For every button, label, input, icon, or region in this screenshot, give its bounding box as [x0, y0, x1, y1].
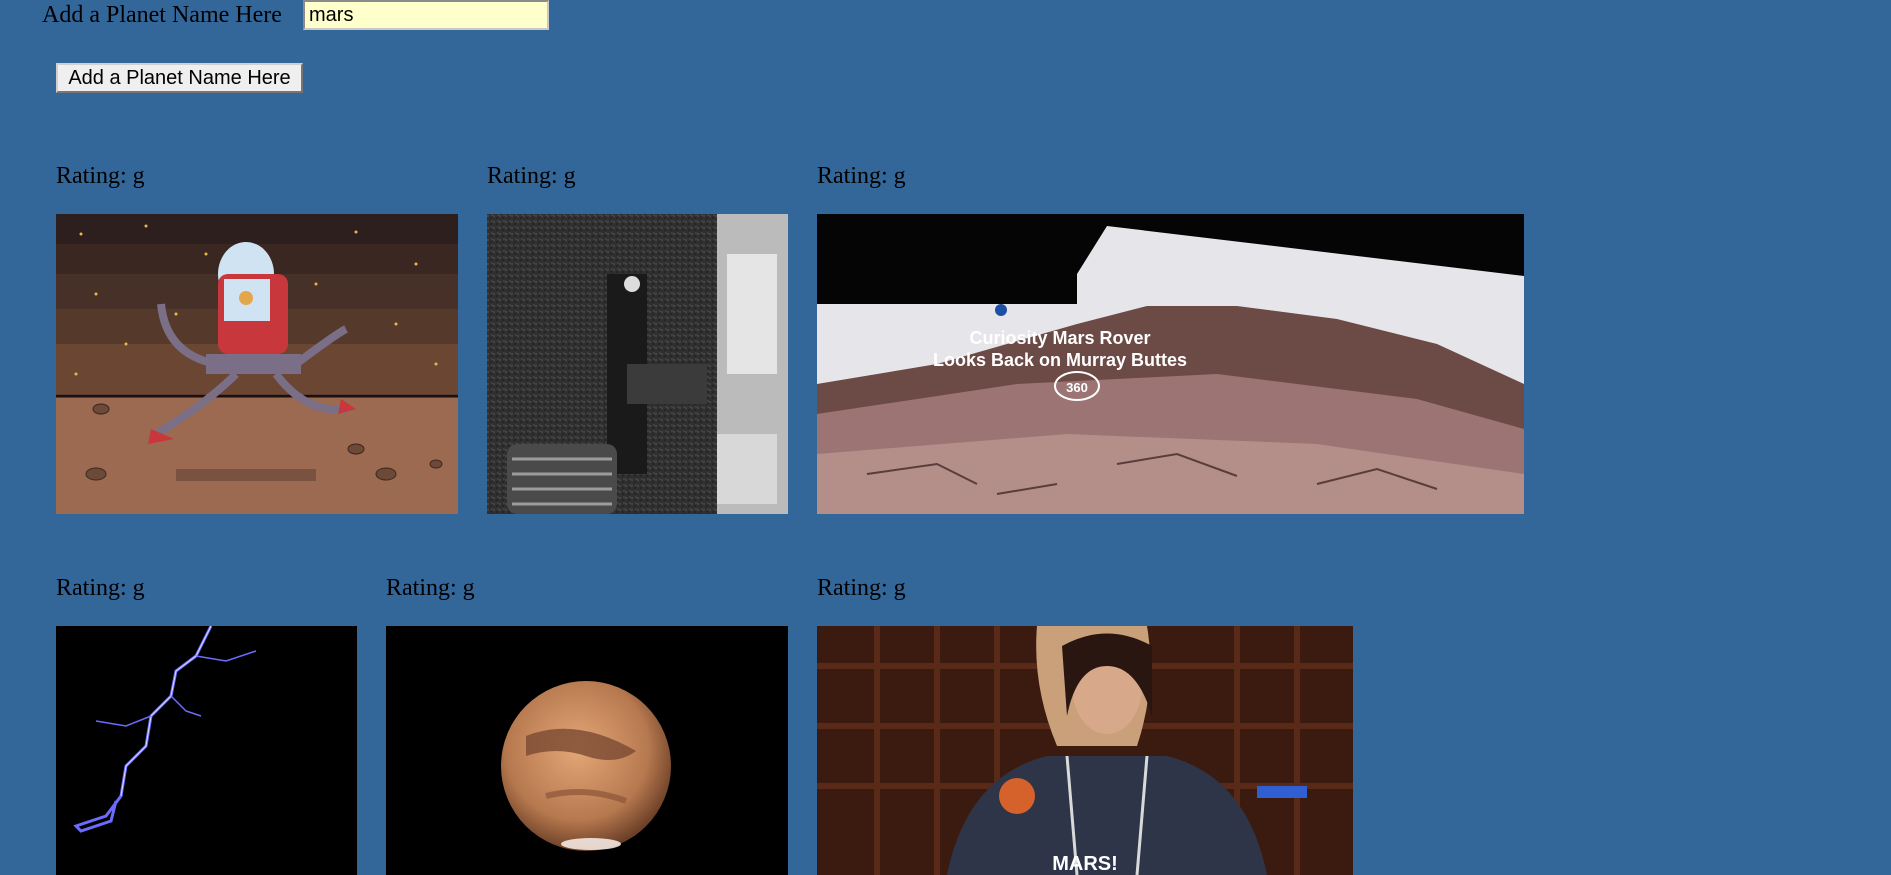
gif-rating-label: Rating: g — [386, 575, 475, 601]
gif-rating-label: Rating: g — [56, 163, 145, 189]
gif-rating-label: Rating: g — [817, 163, 906, 189]
gif-image-rover[interactable] — [487, 214, 788, 514]
gif-image-robot[interactable] — [56, 214, 458, 514]
gif-image-panorama[interactable]: Curiosity Mars Rover Looks Back on Murra… — [817, 214, 1524, 514]
search-label: Add a Planet Name Here — [42, 2, 282, 28]
gif-image-astronaut[interactable]: MARS! — [817, 626, 1353, 875]
gif-rating-label: Rating: g — [56, 575, 145, 601]
planet-search-input[interactable] — [303, 0, 549, 30]
mars-planet-image — [386, 626, 788, 875]
lightning-image — [56, 626, 357, 875]
astronaut-caption: MARS! — [1052, 853, 1118, 875]
mars-panorama: Curiosity Mars Rover Looks Back on Murra… — [817, 214, 1524, 514]
astronaut-image: MARS! — [817, 626, 1353, 875]
panorama-subtitle: Looks Back on Murray Buttes — [933, 350, 1187, 370]
panorama-title: Curiosity Mars Rover — [969, 328, 1150, 348]
gif-image-planet[interactable] — [386, 626, 788, 875]
rover-photo — [487, 214, 788, 514]
gif-rating-label: Rating: g — [817, 575, 906, 601]
panorama-360-badge: 360 — [1066, 380, 1088, 395]
gif-rating-label: Rating: g — [487, 163, 576, 189]
robot-illustration — [56, 214, 458, 514]
add-planet-button[interactable]: Add a Planet Name Here — [56, 63, 303, 93]
gif-image-lightning[interactable] — [56, 626, 357, 875]
